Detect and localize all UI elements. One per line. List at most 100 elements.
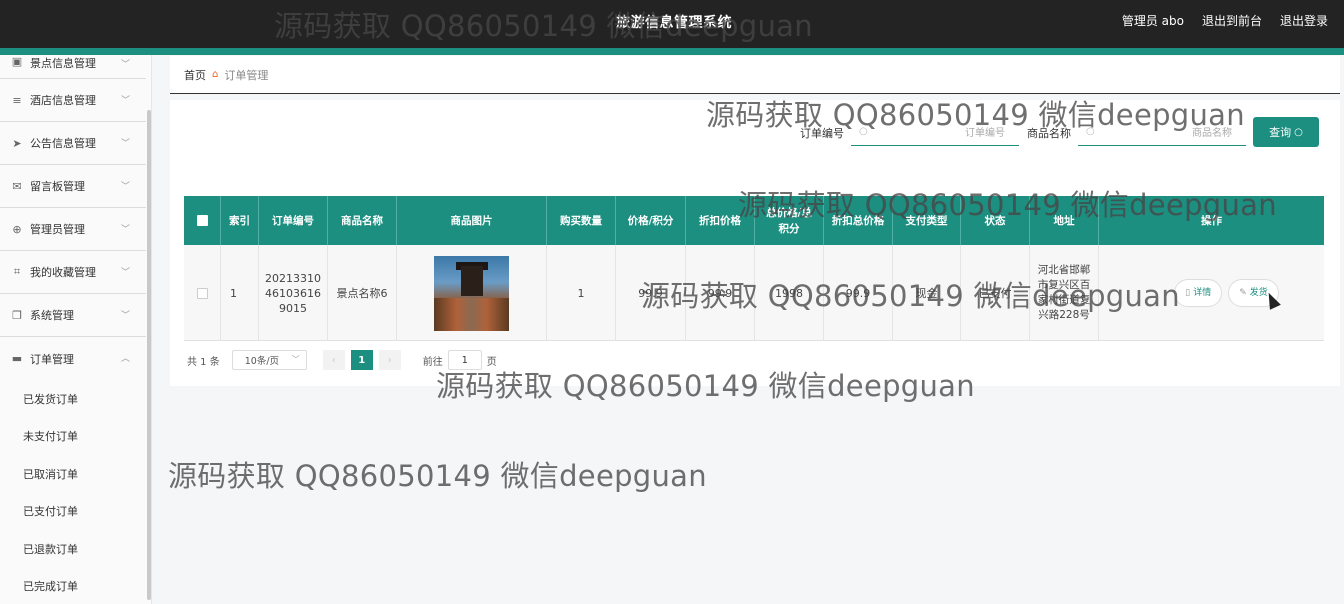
document-icon: ▯	[1185, 287, 1191, 298]
cell-status: 已支付	[961, 245, 1030, 341]
cell-actions: ▯ 详情 ✎ 发货	[1099, 245, 1324, 341]
submenu-refunded-orders[interactable]: 已退款订单	[0, 530, 146, 568]
goto-page: 前往 1 页	[423, 350, 497, 370]
submenu-completed-orders[interactable]: 已完成订单	[0, 568, 146, 604]
next-page-button[interactable]: ›	[378, 350, 401, 370]
product-name-placeholder: 商品名称	[1192, 128, 1232, 139]
row-checkbox[interactable]	[196, 287, 208, 299]
chevron-down-icon: ﹀	[291, 355, 300, 364]
sidebar-item-favorites[interactable]: ⌗ 我的收藏管理 ﹀	[0, 251, 146, 294]
chevron-down-icon: ﹀	[120, 60, 130, 70]
sidebar-item-label: 公告信息管理	[30, 137, 96, 150]
submenu-cancelled-orders[interactable]: 已取消订单	[0, 455, 146, 493]
col-discount-price: 折扣价格	[686, 196, 755, 245]
watermark-text: 源码获取 QQ86050149 微信deepguan	[168, 459, 707, 493]
page-size-value: 10条/页	[244, 356, 280, 367]
col-actions: 操作	[1201, 214, 1222, 227]
goto-label: 前往	[422, 356, 443, 368]
current-user[interactable]: 管理员 abo	[1122, 12, 1184, 29]
col-quantity: 购买数量	[547, 196, 616, 245]
chevron-down-icon: ﹀	[120, 225, 130, 235]
chevron-down-icon: ﹀	[120, 182, 130, 192]
col-pay-type: 支付类型	[893, 196, 961, 245]
sidebar-item-label: 我的收藏管理	[30, 266, 96, 279]
sidebar-item-hotel[interactable]: ≡ 酒店信息管理 ﹀	[0, 79, 146, 122]
chevron-down-icon: ﹀	[120, 139, 130, 149]
col-price: 价格/积分	[616, 196, 686, 245]
logout-link[interactable]: 退出登录	[1280, 12, 1328, 29]
breadcrumb-home[interactable]: 首页	[184, 67, 206, 83]
col-image: 商品图片	[397, 196, 547, 245]
crop-icon: ⌗	[13, 265, 21, 278]
chevron-down-icon: ﹀	[120, 311, 130, 321]
page-suffix: 页	[486, 356, 497, 368]
back-to-front-link[interactable]: 退出到前台	[1202, 12, 1262, 29]
cell-image	[397, 245, 547, 341]
sidebar-item-label: 景点信息管理	[30, 57, 96, 70]
sidebar-item-orders[interactable]: ▬ 订单管理 ︿	[0, 337, 146, 380]
cell-discount-price: 99.9	[686, 245, 755, 341]
col-address: 地址	[1030, 196, 1099, 245]
submenu-unpaid-orders[interactable]: 未支付订单	[0, 418, 146, 456]
order-no-input[interactable]: ○ 订单编号	[851, 118, 1019, 146]
mail-icon: ✉	[12, 179, 22, 193]
current-page-button[interactable]: 1	[350, 350, 373, 370]
col-total: 总价格/总积分	[755, 196, 824, 245]
total-count: 共 1 条	[187, 356, 220, 368]
chevron-up-icon: ︿	[120, 354, 130, 364]
query-button[interactable]: 查询 ○	[1253, 117, 1319, 147]
send-icon: ➤	[12, 136, 22, 150]
cell-quantity: 1	[547, 245, 616, 341]
page-size-select[interactable]: 10条/页 ﹀	[231, 350, 307, 370]
prev-page-button[interactable]: ‹	[322, 350, 345, 370]
cell-index: 1	[221, 245, 259, 341]
sidebar-item-scenic[interactable]: ▣ 景点信息管理 ﹀	[0, 55, 146, 79]
col-product: 商品名称	[328, 196, 397, 245]
table-header: 索引 订单编号 商品名称 商品图片 购买数量 价格/积分 折扣价格 总价格/总积…	[184, 196, 1324, 245]
col-status: 状态	[961, 196, 1030, 245]
sidebar-scrollbar[interactable]	[147, 110, 151, 600]
header-accent-bar	[0, 48, 1344, 55]
compass-icon: ⊕	[12, 222, 22, 236]
sidebar-item-label: 系统管理	[30, 309, 74, 322]
product-image[interactable]	[434, 255, 509, 331]
sidebar-item-label: 酒店信息管理	[30, 94, 96, 107]
cell-address: 河北省邯郸市复兴区百家村街道复兴路228号	[1030, 245, 1099, 341]
product-name-label: 商品名称	[1027, 127, 1071, 140]
select-all-checkbox[interactable]	[196, 215, 208, 226]
sidebar-item-system[interactable]: ❐ 系统管理 ﹀	[0, 294, 146, 337]
detail-button[interactable]: ▯ 详情	[1174, 279, 1223, 307]
sidebar-item-admin[interactable]: ⊕ 管理员管理 ﹀	[0, 208, 146, 251]
breadcrumb: 首页 ⌂ 订单管理	[170, 56, 1340, 94]
sidebar-item-message[interactable]: ✉ 留言板管理 ﹀	[0, 165, 146, 208]
sidebar-item-notice[interactable]: ➤ 公告信息管理 ﹀	[0, 122, 146, 165]
home-icon: ⌂	[212, 69, 219, 80]
goto-page-input[interactable]: 1	[447, 350, 482, 370]
cell-product: 景点名称6	[328, 245, 397, 341]
sidebar-item-label: 留言板管理	[30, 180, 85, 193]
cell-order-no: 20213310 46103616 9015	[259, 245, 328, 341]
cart-icon: ▬	[11, 352, 23, 365]
row-select-cell[interactable]	[184, 245, 221, 341]
edit-icon: ✎	[1239, 287, 1247, 298]
sidebar: ▣ 景点信息管理 ﹀ ≡ 酒店信息管理 ﹀ ➤ 公告信息管理 ﹀ ✉ 留言板管理…	[0, 55, 152, 604]
product-name-input[interactable]: ○ 商品名称	[1078, 118, 1246, 146]
submenu-shipped-orders[interactable]: 已发货订单	[0, 380, 146, 418]
breadcrumb-current: 订单管理	[224, 68, 269, 82]
query-button-label: 查询	[1269, 126, 1292, 139]
select-all-cell[interactable]	[184, 196, 221, 245]
clipboard-icon: ▣	[11, 55, 23, 68]
submenu-paid-orders[interactable]: 已支付订单	[0, 493, 146, 531]
pagination: 共 1 条 10条/页 ﹀ ‹ 1 › 前往 1 页	[187, 348, 497, 372]
sidebar-item-label: 订单管理	[30, 352, 74, 366]
cell-price: 99.9	[616, 245, 686, 341]
cell-total: 1998	[755, 245, 824, 341]
search-icon: ○	[1086, 126, 1095, 137]
col-order-no: 订单编号	[259, 196, 328, 245]
order-no-placeholder: 订单编号	[965, 128, 1005, 139]
copy-icon: ❐	[12, 308, 22, 322]
detail-button-label: 详情	[1193, 287, 1212, 298]
tower-body	[461, 265, 483, 296]
col-index: 索引	[221, 196, 259, 245]
app-title: 旅游信息管理系统	[616, 15, 732, 31]
